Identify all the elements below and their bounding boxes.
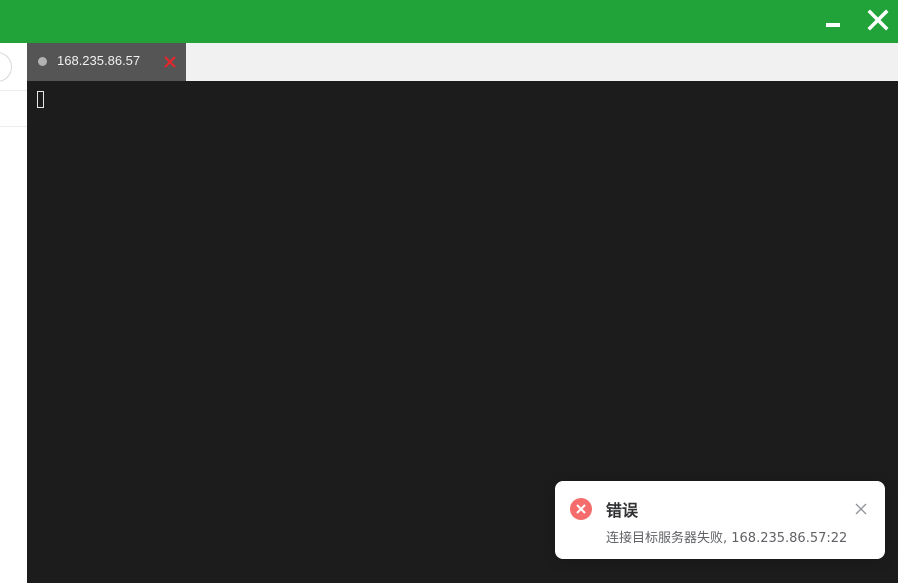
sidebar-divider — [0, 90, 27, 91]
tab-bar: 168.235.86.57 — [27, 43, 898, 81]
tab-session[interactable]: 168.235.86.57 — [27, 43, 186, 81]
error-notification: 错误 连接目标服务器失败, 168.235.86.57:22 — [555, 481, 885, 559]
terminal-cursor — [37, 91, 44, 108]
status-dot-icon — [38, 57, 47, 66]
title-bar — [0, 0, 898, 43]
notification-title: 错误 — [606, 501, 639, 520]
notification-close-button[interactable] — [854, 501, 868, 515]
close-icon — [867, 9, 889, 31]
notification-message: 连接目标服务器失败, 168.235.86.57:22 — [606, 531, 848, 546]
close-window-button[interactable] — [864, 6, 894, 36]
sidebar — [0, 43, 27, 583]
error-circle-icon — [570, 498, 592, 520]
sidebar-divider — [0, 126, 27, 127]
tab-close-button[interactable] — [162, 54, 178, 70]
close-icon — [855, 503, 867, 515]
minimize-icon — [826, 23, 840, 27]
tab-label: 168.235.86.57 — [57, 53, 141, 68]
sidebar-avatar-button[interactable] — [0, 52, 12, 82]
close-icon — [164, 56, 176, 68]
minimize-button[interactable] — [818, 6, 848, 36]
